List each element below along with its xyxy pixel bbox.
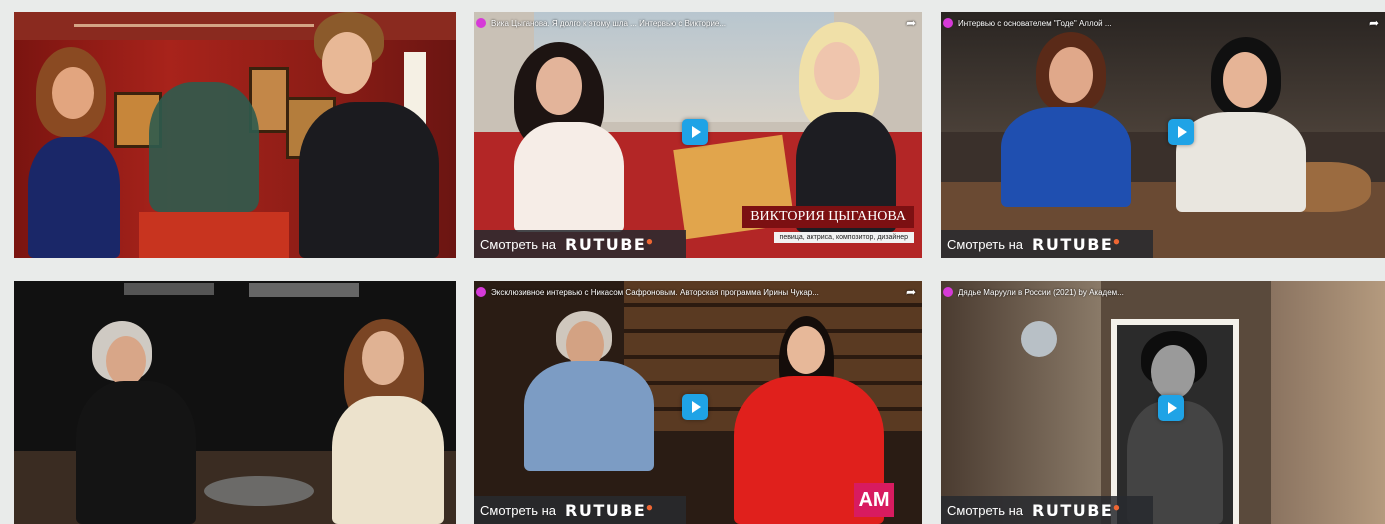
channel-avatar-icon[interactable] [943, 18, 953, 28]
name-caption: ВИКТОРИЯ ЦЫГАНОВА [742, 206, 914, 228]
video-title[interactable]: Вика Цыганова. Я долго к этому шла ... И… [474, 12, 922, 34]
video-card[interactable]: Интервью с основателем "Годе" Аллой ... … [941, 12, 1385, 258]
video-card[interactable]: Дядье Маруули в России (2021) by Академ.… [941, 281, 1385, 524]
channel-avatar-icon[interactable] [476, 287, 486, 297]
watch-on-rutube-button[interactable]: Смотреть на RUTUBE● [474, 230, 686, 258]
share-icon[interactable]: ➦ [906, 285, 916, 299]
video-title[interactable]: Дядье Маруули в России (2021) by Академ.… [941, 281, 1385, 303]
video-card[interactable]: Эксклюзивное интервью с Никасом Сафронов… [474, 281, 922, 524]
video-title[interactable]: Эксклюзивное интервью с Никасом Сафронов… [474, 281, 922, 303]
watch-on-rutube-button[interactable]: Смотреть на RUTUBE● [474, 496, 686, 524]
photo-studio-interview [14, 281, 456, 524]
video-title-text[interactable]: Интервью с основателем "Годе" Аллой ... [958, 19, 1112, 28]
watch-on-rutube-button[interactable]: Смотреть на RUTUBE● [941, 496, 1153, 524]
channel-avatar-icon[interactable] [943, 287, 953, 297]
play-icon[interactable] [682, 394, 708, 420]
watch-label: Смотреть на [480, 502, 557, 518]
scene-image [14, 281, 456, 524]
rutube-logo: RUTUBE● [1032, 234, 1121, 254]
rutube-logo: RUTUBE● [565, 500, 654, 520]
video-card[interactable]: Вика Цыганова. Я долго к этому шла ... И… [474, 12, 922, 258]
caption-name: ВИКТОРИЯ ЦЫГАНОВА [750, 209, 906, 224]
channel-avatar-icon[interactable] [476, 18, 486, 28]
photo-gallery-scene [14, 12, 456, 258]
scene-image [14, 12, 456, 258]
play-icon[interactable] [1158, 395, 1184, 421]
watch-on-rutube-button[interactable]: Смотреть на RUTUBE● [941, 230, 1153, 258]
video-title-text[interactable]: Дядье Маруули в России (2021) by Академ.… [958, 288, 1124, 297]
share-icon[interactable]: ➦ [1369, 16, 1379, 30]
video-thumbnail-image [941, 12, 1385, 258]
rutube-logo: RUTUBE● [1032, 500, 1121, 520]
watch-label: Смотреть на [480, 236, 557, 252]
watch-label: Смотреть на [947, 502, 1024, 518]
share-icon[interactable]: ➦ [906, 16, 916, 30]
video-title-text[interactable]: Эксклюзивное интервью с Никасом Сафронов… [491, 288, 819, 297]
video-title-text[interactable]: Вика Цыганова. Я долго к этому шла ... И… [491, 19, 726, 28]
rutube-logo: RUTUBE● [565, 234, 654, 254]
video-title[interactable]: Интервью с основателем "Годе" Аллой ... [941, 12, 1385, 34]
watch-label: Смотреть на [947, 236, 1024, 252]
caption-subtitle: певица, актриса, композитор, дизайнер [779, 234, 908, 241]
play-icon[interactable] [1168, 119, 1194, 145]
am-badge: AM [854, 483, 894, 517]
play-icon[interactable] [682, 119, 708, 145]
name-caption-sub: певица, актриса, композитор, дизайнер [773, 232, 914, 243]
